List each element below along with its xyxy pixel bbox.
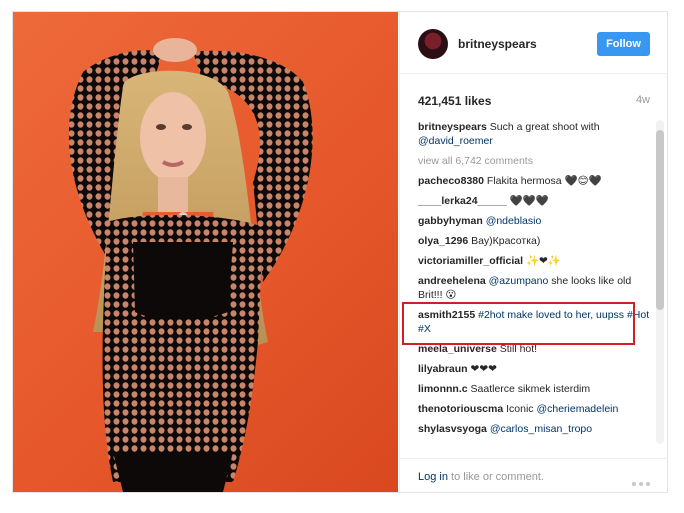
more-options-icon[interactable] <box>632 473 654 486</box>
scrollbar-thumb[interactable] <box>656 130 664 310</box>
comment-item: limonnn.c Saatlerce sikmek isterdim <box>418 382 650 396</box>
comment-item: lilyabraun ❤❤❤ <box>418 362 650 376</box>
post-age[interactable]: 4w <box>636 94 650 106</box>
side-panel: britneyspears Follow 421,451 likes 4w br… <box>399 12 668 492</box>
comment-text: Still hot! <box>499 343 538 355</box>
comment-mention[interactable]: @azumpano <box>489 275 549 287</box>
post-footer: Log in to like or comment. <box>400 458 668 492</box>
comment-username[interactable]: olya_1296 <box>418 235 468 247</box>
comment-text: Iconic <box>506 403 534 415</box>
login-rest-text: to like or comment. <box>447 471 544 483</box>
comment-username[interactable]: shylasvsyoga <box>418 423 487 435</box>
woman-photo-illustration <box>68 38 313 492</box>
login-link[interactable]: Log in <box>418 471 448 483</box>
comment-username[interactable]: ____lerka24_____ <box>418 195 507 207</box>
comment-username[interactable]: meela_universe <box>418 343 497 355</box>
post-photo[interactable] <box>13 12 398 492</box>
comment-item: victoriamiller_official ✨❤✨ <box>418 254 650 268</box>
comment-mention[interactable]: @ndeblasio <box>486 215 542 227</box>
comment-item: olya_1296 Вау)Красотка) <box>418 234 650 248</box>
likes-count[interactable]: 421,451 likes <box>418 94 491 108</box>
post-header: britneyspears Follow <box>400 12 668 74</box>
comment-username[interactable]: pacheco8380 <box>418 175 484 187</box>
likes-row: 421,451 likes 4w <box>418 94 650 108</box>
comment-text: Saatlerce sikmek isterdim <box>470 383 591 395</box>
comment-text: Flakita hermosa 🖤😊🖤 <box>486 175 602 187</box>
comment-item-highlighted: asmith2155 #2hot make loved to her, uups… <box>418 308 650 336</box>
header-username[interactable]: britneyspears <box>458 37 537 51</box>
caption: britneyspears Such a great shoot with @d… <box>418 120 650 148</box>
avatar[interactable] <box>418 29 448 59</box>
comments-scrollbar[interactable] <box>656 120 664 444</box>
comment-mention[interactable]: @cheriemadelein <box>536 403 618 415</box>
login-prompt: Log in to like or comment. <box>418 471 544 483</box>
comment-item: ____lerka24_____ 🖤🖤🖤 <box>418 194 650 208</box>
comment-mention[interactable]: @carlos_misan_tropo <box>490 423 592 435</box>
caption-text: Such a great shoot with <box>489 121 600 133</box>
comment-username[interactable]: gabbyhyman <box>418 215 483 227</box>
comment-item: andreehelena @azumpano she looks like ol… <box>418 274 650 302</box>
comment-item: gabbyhyman @ndeblasio <box>418 214 650 228</box>
comment-item: shylasvsyoga @carlos_misan_tropo <box>418 422 650 436</box>
caption-username[interactable]: britneyspears <box>418 121 487 133</box>
comment-text: 🖤🖤🖤 <box>509 195 549 207</box>
comment-item: pacheco8380 Flakita hermosa 🖤😊🖤 <box>418 174 650 188</box>
comment-text: Вау)Красотка) <box>471 235 541 247</box>
view-all-comments-link[interactable]: view all 6,742 comments <box>418 154 650 168</box>
comment-username[interactable]: asmith2155 <box>418 309 475 321</box>
comment-item: meela_universe Still hot! <box>418 342 650 356</box>
comment-username[interactable]: thenotoriouscma <box>418 403 503 415</box>
post-card: britneyspears Follow 421,451 likes 4w br… <box>12 11 668 493</box>
comment-username[interactable]: lilyabraun <box>418 363 468 375</box>
comment-text: ✨❤✨ <box>525 255 561 267</box>
comment-username[interactable]: andreehelena <box>418 275 486 287</box>
follow-button[interactable]: Follow <box>597 32 650 56</box>
comments-list[interactable]: britneyspears Such a great shoot with @d… <box>418 120 650 450</box>
comment-item: thenotoriouscma Iconic @cheriemadelein <box>418 402 650 416</box>
comment-username[interactable]: limonnn.c <box>418 383 468 395</box>
caption-mention[interactable]: @david_roemer <box>418 135 493 147</box>
comment-username[interactable]: victoriamiller_official <box>418 255 523 267</box>
comment-text: ❤❤❤ <box>470 363 497 375</box>
